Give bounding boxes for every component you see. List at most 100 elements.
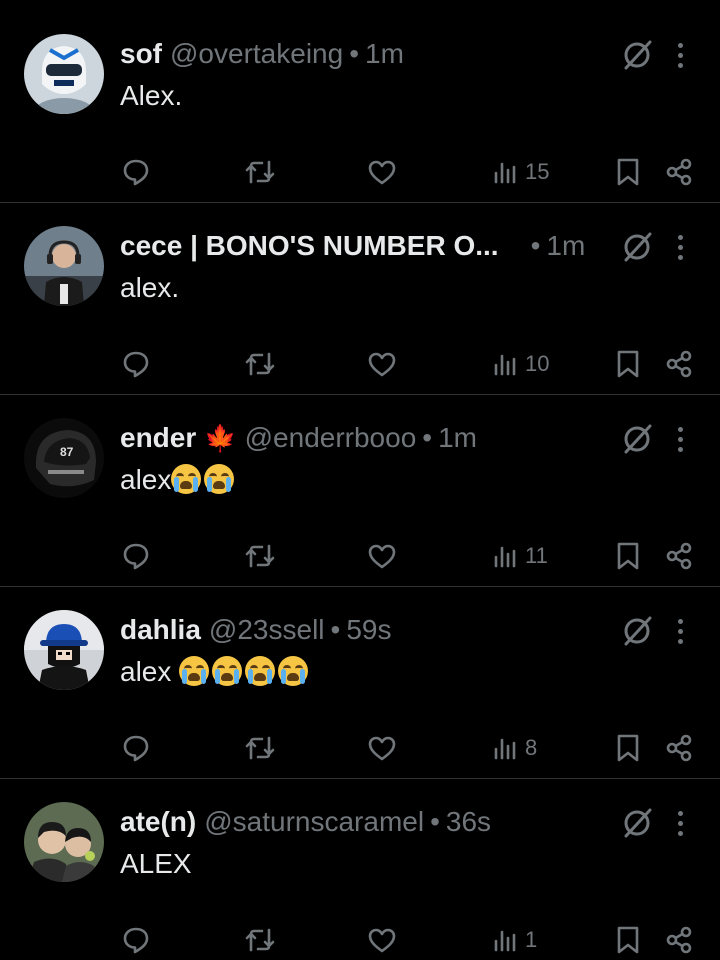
grok-icon[interactable] [620,230,654,264]
separator-dot: • [330,614,341,645]
loudly-crying-face-emoji [204,464,235,494]
reply-icon [123,927,149,954]
repost-icon [245,928,275,952]
like-button[interactable] [367,922,397,958]
views-button[interactable]: 1 [491,922,537,958]
post[interactable]: dahlia @23ssell • 59s alex 8 [0,576,720,768]
author-handle[interactable]: @saturnscaramel [204,806,424,838]
reply-icon [123,735,149,762]
loudly-crying-face-emoji [278,656,309,686]
reply-button[interactable] [122,346,150,382]
bookmark-icon [617,158,639,186]
repost-button[interactable] [244,154,276,190]
heart-icon [368,544,396,569]
views-icon [494,546,516,568]
views-button[interactable]: 10 [491,346,549,382]
author-handle[interactable]: @overtakeing [170,38,343,70]
bookmark-button[interactable] [615,346,641,382]
reply-button[interactable] [122,154,150,190]
bookmark-icon [617,926,639,954]
svg-text:87: 87 [60,445,74,459]
share-button[interactable] [664,922,694,958]
views-button[interactable]: 11 [491,538,548,574]
loudly-crying-face-emoji [212,656,243,686]
share-button[interactable] [664,538,694,574]
views-icon [494,354,516,376]
post-text: alex [120,460,237,500]
action-bar: 11 [0,538,720,574]
share-button[interactable] [664,346,694,382]
loudly-crying-face-emoji [171,464,202,494]
post-time[interactable]: 1m [365,38,404,70]
bookmark-button[interactable] [615,922,641,958]
share-button[interactable] [664,730,694,766]
avatar[interactable] [24,802,104,882]
author-name[interactable]: ate(n) [120,806,196,838]
post[interactable]: ate(n) @saturnscaramel • 36s ALEX 1 [0,768,720,960]
post[interactable]: sof @overtakeing • 1m Alex. 15 [0,0,720,192]
post-text: ALEX [120,848,192,879]
author-name[interactable]: sof [120,38,162,70]
post[interactable]: cece | BONO'S NUMBER O... • 1m alex. 10 [0,192,720,384]
loudly-crying-face-emoji [245,656,276,686]
post-time[interactable]: 36s [446,806,491,838]
separator-dot: • [430,806,440,837]
views-icon [494,738,516,760]
more-icon[interactable] [668,230,692,264]
bookmark-icon [617,734,639,762]
bookmark-icon [617,350,639,378]
like-button[interactable] [367,730,397,766]
author-handle[interactable]: @23ssell [209,614,325,646]
repost-button[interactable] [244,730,276,766]
like-button[interactable] [367,346,397,382]
like-button[interactable] [367,154,397,190]
grok-icon[interactable] [620,806,654,840]
grok-icon[interactable] [620,422,654,456]
reply-icon [123,351,149,378]
bookmark-button[interactable] [615,730,641,766]
heart-icon [368,928,396,953]
repost-icon [245,160,275,184]
like-button[interactable] [367,538,397,574]
separator-dot: • [422,422,433,453]
avatar[interactable]: 87 [24,418,104,498]
reply-button[interactable] [122,922,150,958]
reply-icon [123,543,149,570]
action-bar: 1 [0,922,720,958]
views-button[interactable]: 8 [491,730,537,766]
post-time[interactable]: 1m [546,230,585,262]
share-button[interactable] [664,154,694,190]
avatar[interactable] [24,226,104,306]
post[interactable]: 87 ender 🍁 @enderrbooo • 1m alex 11 [0,384,720,576]
bookmark-button[interactable] [615,538,641,574]
author-handle[interactable]: @enderrbooo [245,422,417,454]
grok-icon[interactable] [620,614,654,648]
loudly-crying-face-emoji [179,656,210,686]
more-icon[interactable] [668,38,692,72]
views-count: 15 [525,159,550,184]
share-icon [666,542,692,570]
grok-icon[interactable] [620,38,654,72]
reply-button[interactable] [122,538,150,574]
more-icon[interactable] [668,614,692,648]
reply-button[interactable] [122,730,150,766]
share-icon [666,350,692,378]
avatar[interactable] [24,610,104,690]
post-time[interactable]: 1m [438,422,477,454]
more-icon[interactable] [668,422,692,456]
views-count: 1 [525,927,538,952]
more-icon[interactable] [668,806,692,840]
repost-icon [245,736,275,760]
views-count: 11 [525,543,548,568]
bookmark-icon [617,542,639,570]
author-name[interactable]: ender [120,422,196,454]
bookmark-button[interactable] [615,154,641,190]
author-name[interactable]: cece | BONO'S NUMBER O... [120,230,499,262]
repost-button[interactable] [244,538,276,574]
repost-button[interactable] [244,922,276,958]
views-button[interactable]: 15 [491,154,549,190]
post-time[interactable]: 59s [346,614,391,646]
avatar[interactable] [24,34,104,114]
author-name[interactable]: dahlia [120,614,201,646]
repost-button[interactable] [244,346,276,382]
